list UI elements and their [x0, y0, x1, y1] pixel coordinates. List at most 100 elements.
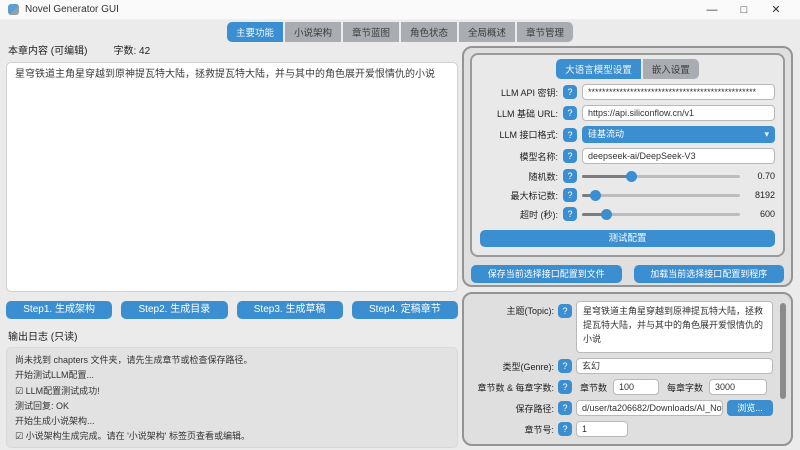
log-line: ☑ 小说架构生成完成。请在 '小说架构' 标签页查看或编辑。 [15, 431, 251, 442]
left-panel: 本章内容 (可编辑) 字数: 42 星穹铁道主角星穿越到原神提瓦特大陆，拯救提瓦… [6, 40, 458, 448]
topic-label: 主题(Topic): [506, 306, 554, 316]
timeout-row: 超时 (秒): ? 600 [480, 207, 775, 221]
tab-chapter-management[interactable]: 章节管理 [517, 22, 574, 42]
chapter-num-input[interactable]: 100 [613, 379, 660, 395]
interface-format-dropdown[interactable]: 硅基流动 ▾ [582, 126, 775, 143]
help-icon[interactable]: ? [558, 359, 572, 373]
temperature-label: 随机数: [528, 171, 558, 182]
interface-format-row: LLM 接口格式: ? 硅基流动 ▾ [480, 126, 775, 143]
slider-track [582, 194, 740, 197]
slider-thumb[interactable] [600, 209, 612, 220]
words-per-chapter-label: 每章字数 [667, 382, 704, 393]
help-icon[interactable]: ? [558, 422, 572, 436]
interface-format-label: LLM 接口格式: [499, 130, 558, 140]
step2-generate-directory-button[interactable]: Step2. 生成目录 [121, 301, 228, 319]
log-line: 测试回复: OK [15, 400, 70, 411]
tab-novel-architecture[interactable]: 小说架构 [284, 22, 341, 42]
config-tab-bar: 大语言模型设置 嵌入设置 [480, 59, 775, 79]
tab-llm-settings[interactable]: 大语言模型设置 [556, 59, 641, 79]
help-icon[interactable]: ? [563, 106, 577, 120]
base-url-label: LLM 基础 URL: [496, 108, 558, 119]
genre-input[interactable]: 玄幻 [576, 358, 773, 374]
scrollbar[interactable] [780, 303, 786, 399]
maximize-icon[interactable]: □ [728, 0, 760, 20]
api-key-label: LLM API 密钥: [500, 87, 558, 98]
output-log-label: 输出日志 (只读) [8, 332, 78, 343]
tab-main-functions[interactable]: 主要功能 [226, 22, 283, 42]
close-icon[interactable]: ✕ [760, 0, 792, 20]
timeout-slider[interactable] [582, 207, 740, 221]
chapter-content-editor[interactable]: 星穹铁道主角星穿越到原神提瓦特大陆，拯救提瓦特大陆，并与其中的角色展开爱恨情仇的… [6, 62, 458, 292]
step4-finalize-chapter-button[interactable]: Step4. 定稿章节 [351, 301, 458, 319]
timeout-label: 超时 (秒): [520, 209, 558, 220]
step1-generate-architecture-button[interactable]: Step1. 生成架构 [6, 301, 113, 319]
model-name-input[interactable]: deepseek-ai/DeepSeek-V3 [582, 148, 775, 164]
chapter-content-header: 本章内容 (可编辑) 字数: 42 [6, 40, 458, 62]
help-icon[interactable]: ? [563, 188, 577, 202]
genre-label: 类型(Genre): [502, 361, 554, 372]
load-config-button[interactable]: 加载当前选择接口配置到程序 [633, 265, 784, 283]
tab-chapter-blueprint[interactable]: 章节蓝图 [342, 22, 399, 42]
config-io-row: 保存当前选择接口配置到文件 加载当前选择接口配置到程序 [470, 265, 785, 283]
chapter-content-label: 本章内容 (可编辑) [8, 46, 88, 57]
max-tokens-row: 最大标记数: ? 8192 [480, 188, 775, 202]
save-path-label: 保存路径: [515, 403, 554, 414]
slider-progress [582, 175, 631, 178]
chevron-down-icon: ▾ [764, 129, 769, 139]
base-url-input[interactable]: https://api.siliconflow.cn/v1 [582, 105, 775, 121]
test-config-button[interactable]: 测试配置 [480, 230, 775, 247]
timeout-value: 600 [759, 209, 775, 219]
max-tokens-value: 8192 [754, 190, 775, 200]
help-icon[interactable]: ? [558, 380, 572, 394]
output-log[interactable]: 尚未找到 chapters 文件夹，请先生成章节或检查保存路径。 开始测试LLM… [6, 347, 458, 448]
interface-format-value: 硅基流动 [588, 129, 625, 139]
model-name-row: 模型名称: ? deepseek-ai/DeepSeek-V3 [480, 148, 775, 164]
help-icon[interactable]: ? [558, 401, 572, 415]
chapter-count-row: 章节数 & 每章字数: ? 章节数 100 每章字数 3000 [468, 379, 773, 395]
chapter-number-input[interactable]: 1 [576, 421, 628, 437]
words-per-chapter-input[interactable]: 3000 [709, 379, 768, 395]
chapter-num-label: 章节数 [580, 382, 608, 393]
help-icon[interactable]: ? [563, 169, 577, 183]
minimize-icon[interactable]: — [696, 0, 728, 20]
model-name-label: 模型名称: [519, 151, 558, 162]
temperature-slider[interactable] [582, 169, 740, 183]
chapter-number-label: 章节号: [524, 424, 554, 435]
log-line: 开始测试LLM配置... [15, 370, 95, 381]
log-line: 尚未找到 chapters 文件夹，请先生成章节或检查保存路径。 [15, 355, 253, 365]
help-icon[interactable]: ? [563, 85, 577, 99]
llm-config-panel: 大语言模型设置 嵌入设置 LLM API 密钥: ? *************… [462, 46, 793, 287]
chapter-count-label: 章节数 & 每章字数: [477, 382, 554, 393]
window-title: Novel Generator GUI [25, 4, 119, 15]
tab-embedding-settings[interactable]: 嵌入设置 [642, 59, 699, 79]
max-tokens-slider[interactable] [582, 188, 740, 202]
topic-input[interactable]: 星穹铁道主角星穿越到原神提瓦特大陆，拯救提瓦特大陆，并与其中的角色展开爱恨情仇的… [576, 301, 773, 353]
api-key-row: LLM API 密钥: ? **************************… [480, 84, 775, 100]
save-config-button[interactable]: 保存当前选择接口配置到文件 [471, 265, 622, 283]
help-icon[interactable]: ? [563, 207, 577, 221]
tab-global-overview[interactable]: 全局概述 [459, 22, 516, 42]
topic-row: 主题(Topic): ? 星穹铁道主角星穿越到原神提瓦特大陆，拯救提瓦特大陆，并… [468, 301, 773, 353]
step3-generate-draft-button[interactable]: Step3. 生成草稿 [236, 301, 343, 319]
slider-thumb[interactable] [625, 171, 637, 182]
log-line: 已加载 Novel_architecture.txt 内容到编辑区。 [15, 445, 449, 448]
temperature-value: 0.70 [757, 171, 775, 181]
word-count-label: 字数: 42 [113, 46, 151, 57]
main-tab-bar: 主要功能 小说架构 章节蓝图 角色状态 全局概述 章节管理 [0, 22, 800, 42]
log-line: ☑ LLM配置测试成功! [15, 385, 100, 396]
slider-thumb[interactable] [589, 190, 601, 201]
llm-config-inner: 大语言模型设置 嵌入设置 LLM API 密钥: ? *************… [470, 53, 785, 257]
save-path-input[interactable]: d/user/ta206682/Downloads/AI_NovelGenera… [576, 400, 723, 416]
save-path-row: 保存路径: ? d/user/ta206682/Downloads/AI_Nov… [468, 400, 773, 416]
browse-button[interactable]: 浏览... [727, 400, 773, 416]
base-url-row: LLM 基础 URL: ? https://api.siliconflow.cn… [480, 105, 775, 121]
app-icon [8, 4, 19, 15]
help-icon[interactable]: ? [563, 127, 577, 142]
log-line: 开始生成小说架构... [15, 416, 95, 427]
help-icon[interactable]: ? [558, 304, 572, 318]
api-key-input[interactable]: ****************************************… [582, 84, 775, 100]
tab-character-state[interactable]: 角色状态 [401, 22, 458, 42]
step-buttons-row: Step1. 生成架构 Step2. 生成目录 Step3. 生成草稿 Step… [6, 301, 458, 319]
novel-params-panel: 主题(Topic): ? 星穹铁道主角星穿越到原神提瓦特大陆，拯救提瓦特大陆，并… [462, 292, 793, 446]
help-icon[interactable]: ? [563, 149, 577, 163]
